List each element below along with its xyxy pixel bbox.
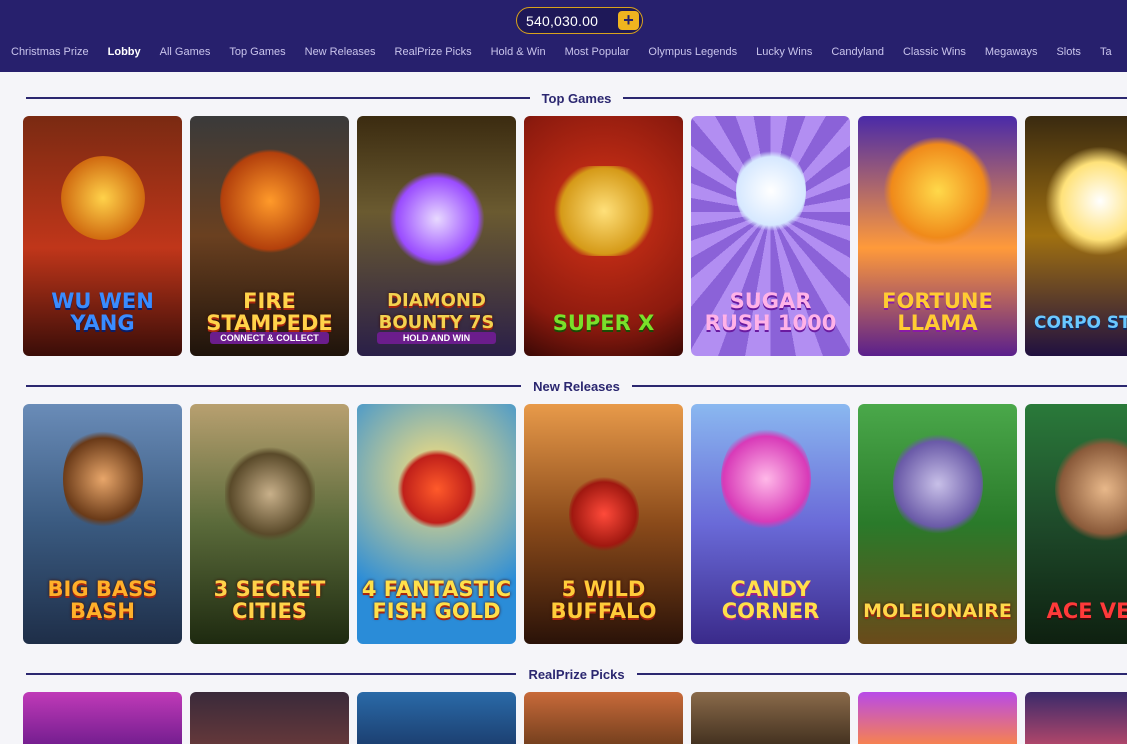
game-title: 5 Wild Buffalo bbox=[550, 577, 657, 623]
divider bbox=[26, 673, 517, 675]
divider bbox=[26, 97, 530, 99]
section-title: New Releases bbox=[533, 378, 620, 394]
nav-item-olympus-legends[interactable]: Olympus Legends bbox=[648, 46, 737, 64]
diamond-icon bbox=[369, 151, 505, 287]
game-tile-diamond-bounty[interactable]: Diamond Bounty 7s HOLD AND WIN bbox=[357, 116, 516, 356]
section-title: Top Games bbox=[541, 90, 612, 106]
game-tile-wild-buffalo[interactable]: 5 Wild Buffalo bbox=[524, 404, 683, 644]
game-tile-big-bass[interactable]: Big Bass Bash bbox=[23, 404, 182, 644]
game-title: Super X bbox=[552, 311, 655, 335]
game-title: Diamond Bounty 7s bbox=[378, 290, 495, 333]
nav-item-top-games[interactable]: Top Games bbox=[229, 46, 285, 64]
game-art bbox=[721, 424, 811, 534]
game-art bbox=[883, 136, 993, 246]
star-icon bbox=[1045, 146, 1127, 256]
game-tile-moleionaire[interactable]: Moleionaire bbox=[858, 404, 1017, 644]
game-row-realprize-picks bbox=[23, 692, 1127, 744]
game-art bbox=[893, 429, 983, 539]
game-tile[interactable] bbox=[23, 692, 182, 744]
game-title: Fortune Llama bbox=[882, 289, 993, 335]
section-header-realprize-picks: RealPrize Picks bbox=[26, 664, 1127, 684]
balance-value: 540,030.00 bbox=[526, 12, 599, 29]
section-header-top-games: Top Games bbox=[26, 88, 1127, 108]
game-tile[interactable] bbox=[1025, 692, 1127, 744]
game-tile[interactable] bbox=[691, 692, 850, 744]
game-tile[interactable] bbox=[858, 692, 1017, 744]
game-art bbox=[225, 444, 315, 544]
game-tile-secret-cities[interactable]: 3 Secret Cities bbox=[190, 404, 349, 644]
game-tile-fire-stampede[interactable]: Fire Stampede CONNECT & COLLECT bbox=[190, 116, 349, 356]
game-tile-wu-wen-yang[interactable]: Wu Wen Yang bbox=[23, 116, 182, 356]
game-art bbox=[1055, 434, 1127, 544]
nav-item-all-games[interactable]: All Games bbox=[160, 46, 211, 64]
top-header: 540,030.00 + Christmas Prize Lobby All G… bbox=[0, 0, 1127, 72]
game-subtitle: CONNECT & COLLECT bbox=[210, 332, 329, 344]
nav-item-christmas-prize[interactable]: Christmas Prize bbox=[11, 46, 89, 64]
section-title: RealPrize Picks bbox=[528, 666, 625, 682]
game-subtitle: HOLD AND WIN bbox=[377, 332, 496, 344]
game-row-top-games: Wu Wen Yang Fire Stampede CONNECT & COLL… bbox=[23, 116, 1127, 356]
nav-item-more[interactable]: Ta bbox=[1100, 46, 1112, 64]
game-tile-corpo-strike[interactable]: Corpo Strike bbox=[1025, 116, 1127, 356]
add-funds-button[interactable]: + bbox=[618, 11, 639, 30]
game-title: Moleionaire bbox=[863, 600, 1012, 622]
game-row-new-releases: Big Bass Bash 3 Secret Cities 4 Fantasti… bbox=[23, 404, 1127, 644]
game-tile-ace-vent[interactable]: Ace Vent bbox=[1025, 404, 1127, 644]
game-art bbox=[569, 474, 639, 554]
nav-item-most-popular[interactable]: Most Popular bbox=[565, 46, 630, 64]
nav-item-realprize-picks[interactable]: RealPrize Picks bbox=[395, 46, 472, 64]
game-tile-super-x[interactable]: Super X bbox=[524, 116, 683, 356]
game-title: Sugar Rush 1000 bbox=[704, 289, 837, 335]
game-title: Big Bass Bash bbox=[47, 577, 158, 623]
nav-item-megaways[interactable]: Megaways bbox=[985, 46, 1038, 64]
game-tile[interactable] bbox=[357, 692, 516, 744]
category-nav: Christmas Prize Lobby All Games Top Game… bbox=[0, 46, 1120, 64]
game-art bbox=[61, 156, 145, 240]
nav-item-lobby[interactable]: Lobby bbox=[108, 46, 141, 64]
divider bbox=[26, 385, 522, 387]
game-tile-sugar-rush[interactable]: Sugar Rush 1000 bbox=[691, 116, 850, 356]
game-art bbox=[63, 424, 143, 534]
nav-item-lucky-wins[interactable]: Lucky Wins bbox=[756, 46, 812, 64]
game-tile-fantastic-fish[interactable]: 4 Fantastic Fish Gold bbox=[357, 404, 516, 644]
divider bbox=[636, 673, 1127, 675]
gumball-icon bbox=[736, 146, 806, 236]
nav-item-candyland[interactable]: Candyland bbox=[831, 46, 884, 64]
game-tile-candy-corner[interactable]: Candy Corner bbox=[691, 404, 850, 644]
balance-display[interactable]: 540,030.00 + bbox=[516, 7, 643, 34]
game-title: 3 Secret Cities bbox=[213, 577, 326, 623]
game-tile[interactable] bbox=[524, 692, 683, 744]
divider bbox=[623, 97, 1127, 99]
game-title: Ace Vent bbox=[1046, 599, 1127, 623]
game-art bbox=[397, 449, 477, 529]
section-header-new-releases: New Releases bbox=[26, 376, 1127, 396]
nav-item-new-releases[interactable]: New Releases bbox=[305, 46, 376, 64]
game-title: Wu Wen Yang bbox=[51, 289, 154, 335]
nav-item-slots[interactable]: Slots bbox=[1056, 46, 1080, 64]
divider bbox=[631, 385, 1127, 387]
game-title: Corpo Strike bbox=[1034, 313, 1127, 333]
game-tile-fortune-llama[interactable]: Fortune Llama bbox=[858, 116, 1017, 356]
crown-icon bbox=[548, 166, 660, 256]
nav-item-hold-win[interactable]: Hold & Win bbox=[491, 46, 546, 64]
game-title: 4 Fantastic Fish Gold bbox=[361, 577, 512, 623]
game-art bbox=[220, 146, 320, 256]
game-title: Fire Stampede bbox=[206, 289, 333, 335]
game-title: Candy Corner bbox=[721, 577, 820, 623]
game-tile[interactable] bbox=[190, 692, 349, 744]
nav-item-classic-wins[interactable]: Classic Wins bbox=[903, 46, 966, 64]
